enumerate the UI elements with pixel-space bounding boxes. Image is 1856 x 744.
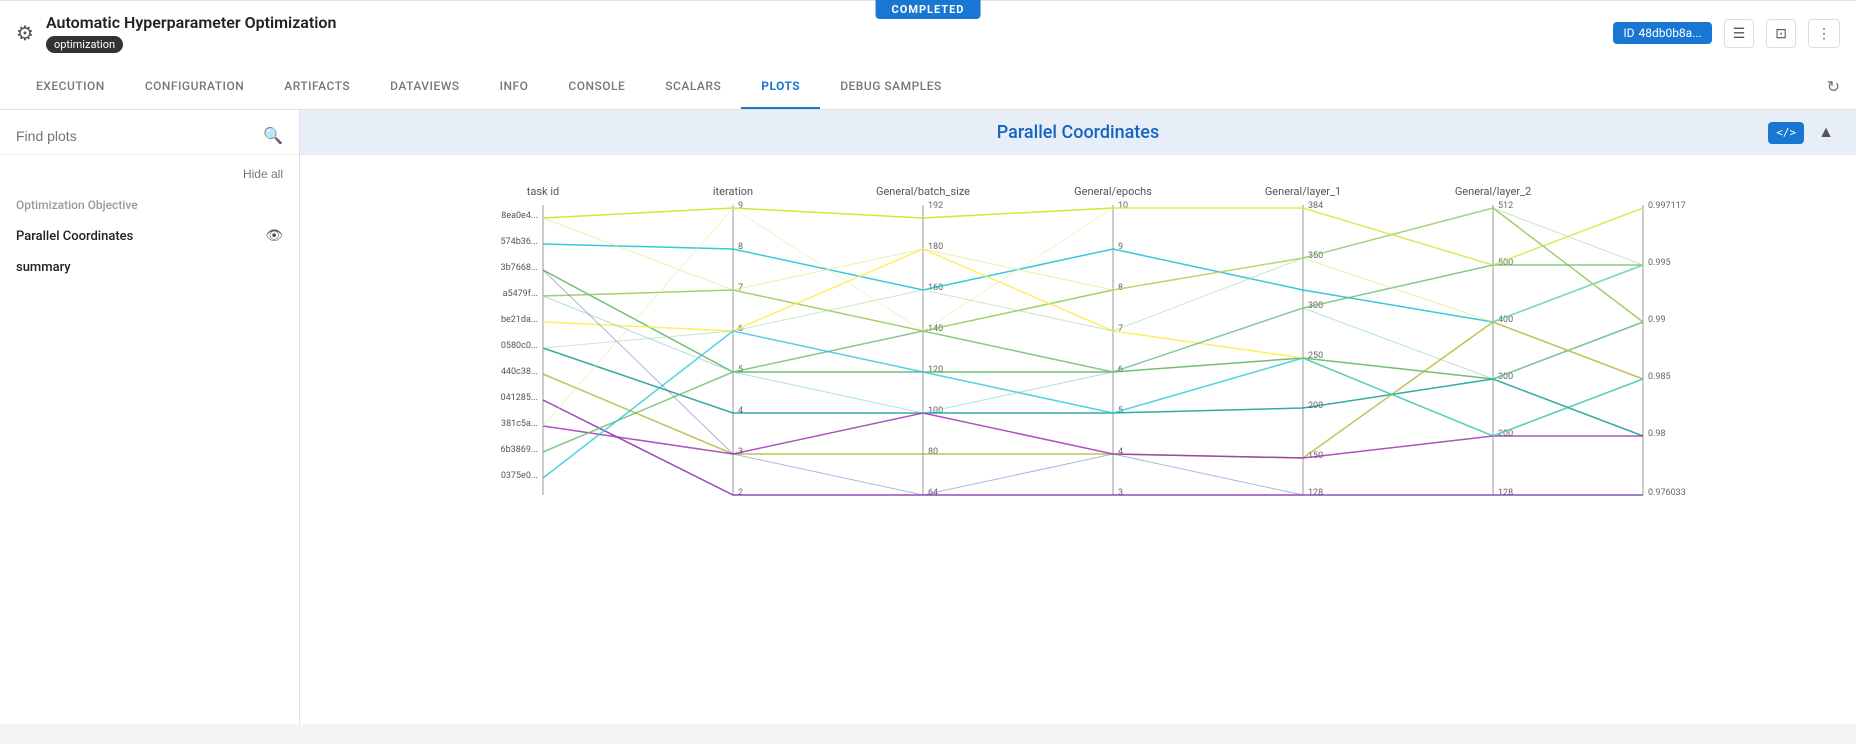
list-view-button[interactable]: ☰ [1724, 19, 1755, 48]
svg-text:General/layer_1: General/layer_1 [1265, 185, 1341, 198]
settings-icon: ⚙ [16, 21, 34, 45]
svg-text:128: 128 [1308, 488, 1323, 498]
chart-area: Parallel Coordinates </> ▲ [300, 110, 1856, 724]
svg-text:General/batch_size: General/batch_size [876, 185, 970, 198]
svg-text:be21da...: be21da... [501, 315, 538, 325]
tab-dataviews[interactable]: DATAVIEWS [370, 65, 479, 109]
optimization-badge: optimization [46, 36, 123, 53]
svg-text:0.997117: 0.997117 [1648, 201, 1686, 211]
embed-code-button[interactable]: </> [1768, 122, 1804, 144]
chart-header: Parallel Coordinates </> ▲ [300, 110, 1856, 155]
title-area: Automatic Hyperparameter Optimization op… [46, 13, 336, 53]
chart-title: Parallel Coordinates [997, 122, 1159, 143]
header-actions: ID 48db0b8a... ☰ ⊡ ⋮ [1613, 19, 1840, 48]
svg-text:512: 512 [1498, 201, 1513, 211]
search-row: 🔍 [0, 126, 299, 155]
svg-text:8ea0e4...: 8ea0e4... [501, 211, 538, 221]
svg-text:440c38...: 440c38... [501, 367, 538, 377]
svg-text:0375e0...: 0375e0... [501, 471, 538, 481]
parallel-coords-svg: task id iteration General/batch_size Gen… [320, 175, 1836, 555]
tab-info[interactable]: INFO [480, 65, 549, 109]
tab-console[interactable]: CONSOLE [548, 65, 645, 109]
svg-text:4: 4 [738, 406, 743, 416]
tab-plots[interactable]: PLOTS [741, 65, 820, 109]
svg-text:0.99: 0.99 [1648, 315, 1666, 325]
svg-text:574b36...: 574b36... [501, 237, 538, 247]
svg-text:10: 10 [1118, 201, 1128, 211]
svg-text:0.98: 0.98 [1648, 429, 1666, 439]
svg-text:041285...: 041285... [501, 393, 538, 403]
svg-text:0.976033: 0.976033 [1648, 488, 1686, 498]
main-layout: 🔍 Hide all Optimization Objective Parall… [0, 110, 1856, 724]
svg-text:General/epochs: General/epochs [1074, 185, 1152, 198]
page-title: Automatic Hyperparameter Optimization [46, 13, 336, 32]
svg-text:0580c0...: 0580c0... [501, 341, 538, 351]
svg-text:a5479f...: a5479f... [503, 289, 538, 299]
sidebar-item-summary[interactable]: summary [0, 252, 299, 283]
svg-text:3: 3 [1118, 488, 1123, 498]
nav-tabs: EXECUTION CONFIGURATION ARTIFACTS DATAVI… [0, 65, 1856, 110]
search-input[interactable] [16, 128, 263, 144]
svg-text:task id: task id [527, 185, 559, 198]
parallel-coordinates-chart: task id iteration General/batch_size Gen… [320, 175, 1836, 559]
id-label: ID [1623, 26, 1634, 40]
tab-artifacts[interactable]: ARTIFACTS [264, 65, 370, 109]
svg-text:9: 9 [738, 201, 743, 211]
chart-header-actions: </> ▲ [1768, 122, 1840, 144]
svg-text:General/layer_2: General/layer_2 [1455, 185, 1531, 198]
svg-text:3b7668...: 3b7668... [501, 263, 538, 273]
id-badge: ID 48db0b8a... [1613, 22, 1711, 44]
split-view-button[interactable]: ⊡ [1766, 19, 1796, 48]
more-options-button[interactable]: ⋮ [1808, 19, 1840, 48]
collapse-button[interactable]: ▲ [1812, 122, 1840, 144]
tab-scalars[interactable]: SCALARS [645, 65, 741, 109]
id-value: 48db0b8a... [1638, 26, 1701, 40]
refresh-button[interactable]: ↻ [1827, 77, 1840, 97]
tab-configuration[interactable]: CONFIGURATION [125, 65, 264, 109]
svg-text:128: 128 [1498, 488, 1513, 498]
svg-text:0.995: 0.995 [1648, 258, 1671, 268]
top-bar: COMPLETED [0, 0, 1856, 1]
svg-text:192: 192 [928, 201, 943, 211]
sidebar: 🔍 Hide all Optimization Objective Parall… [0, 110, 300, 724]
svg-text:80: 80 [928, 447, 938, 457]
search-button[interactable]: 🔍 [263, 126, 283, 146]
svg-text:iteration: iteration [713, 185, 753, 198]
tab-debug-samples[interactable]: DEBUG SAMPLES [820, 65, 962, 109]
sidebar-item-label-summary: summary [16, 260, 71, 275]
sidebar-item-label-parallel: Parallel Coordinates [16, 229, 133, 244]
eye-icon[interactable]: 👁 [265, 228, 283, 244]
hide-all-row: Hide all [0, 163, 299, 190]
sidebar-item-parallel-coordinates[interactable]: Parallel Coordinates 👁 [0, 220, 299, 252]
svg-text:6b3869...: 6b3869... [501, 445, 538, 455]
section-title-optimization: Optimization Objective [0, 190, 299, 220]
hide-all-button[interactable]: Hide all [243, 167, 283, 181]
svg-text:381c5a...: 381c5a... [501, 419, 538, 429]
tab-execution[interactable]: EXECUTION [16, 65, 125, 109]
svg-text:2: 2 [738, 488, 743, 498]
status-badge: COMPLETED [876, 0, 981, 19]
chart-content: task id iteration General/batch_size Gen… [300, 155, 1856, 579]
svg-text:0.985: 0.985 [1648, 372, 1671, 382]
